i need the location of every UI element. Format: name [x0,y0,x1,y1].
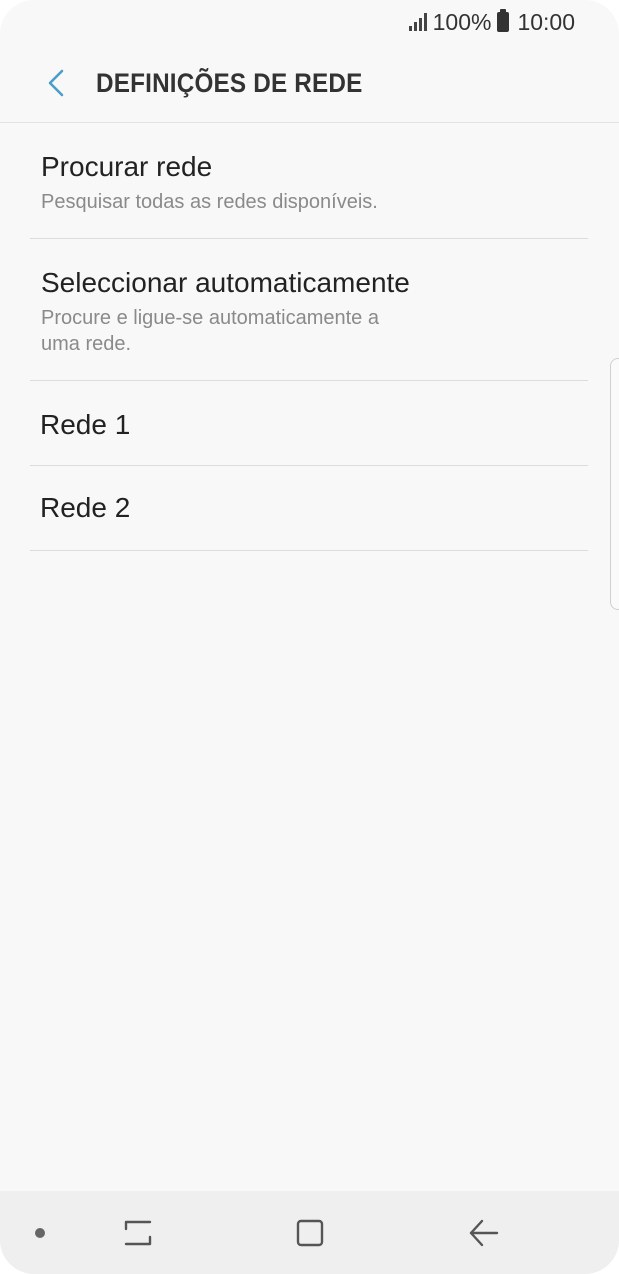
list-item-title: Seleccionar automaticamente [41,267,410,298]
edge-panel-handle[interactable] [610,358,619,610]
list-item-subtitle: Procure e ligue-se automaticamente a uma… [41,307,379,355]
battery-percentage: 100% [432,8,492,35]
battery-icon [497,9,510,32]
status-bar: 100% 10:00 [0,0,619,44]
list-item-search-network[interactable]: Procurar rede Pesquisar todas as redes d… [30,123,588,239]
list-item-title: Procurar rede [41,151,213,182]
home-icon [296,1219,324,1247]
network-settings-list: Procurar rede Pesquisar todas as redes d… [30,123,588,551]
navigation-bar [0,1191,619,1274]
page-title: DEFINIÇÕES DE REDE [96,67,363,98]
list-item-title: Rede 2 [40,492,131,523]
list-item-title: Rede 1 [40,409,131,440]
signal-icon [408,13,427,31]
chevron-left-icon [48,69,64,97]
list-item-network-1[interactable]: Rede 1 [30,381,588,466]
list-item-select-automatically[interactable]: Seleccionar automaticamente Procure e li… [30,239,588,381]
recents-button[interactable] [116,1211,160,1255]
clock: 10:00 [517,8,575,35]
list-item-subtitle: Pesquisar todas as redes disponíveis. [41,191,378,213]
nav-indicator-dot [35,1228,45,1238]
list-item-network-2[interactable]: Rede 2 [30,466,588,551]
phone-screen: 100% 10:00 DEFINIÇÕES DE REDE Procurar r… [0,0,619,1274]
home-button[interactable] [288,1211,332,1255]
recents-icon [124,1220,152,1246]
app-bar: DEFINIÇÕES DE REDE [0,44,619,123]
back-button[interactable] [26,53,86,113]
nav-back-button[interactable] [462,1211,506,1255]
back-icon [469,1219,499,1247]
